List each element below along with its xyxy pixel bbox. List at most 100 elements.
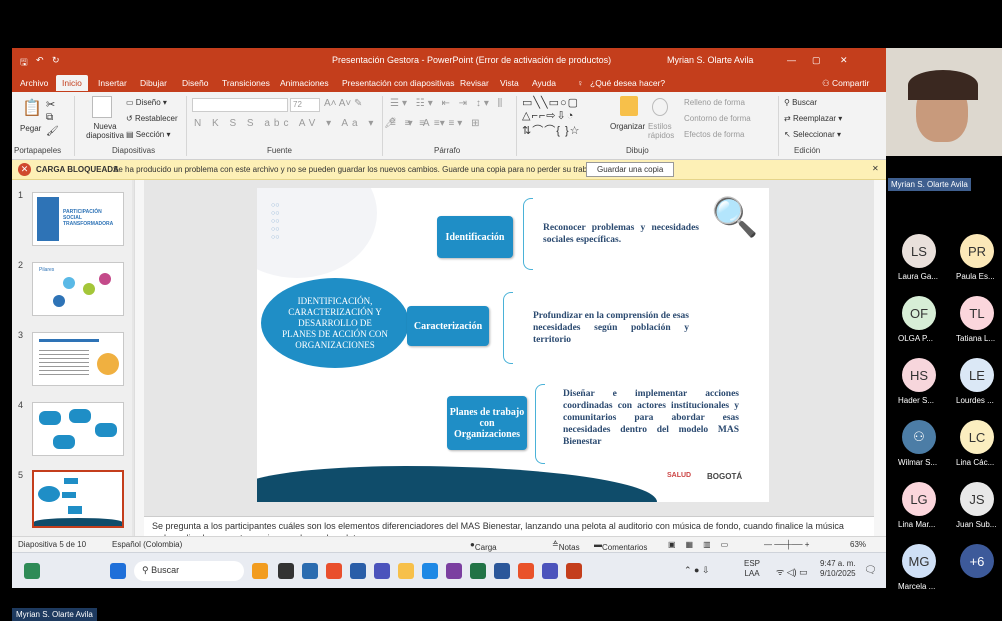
- paste-button[interactable]: Pegar: [20, 124, 41, 133]
- participant-avatar[interactable]: OF: [902, 296, 936, 330]
- app-icon[interactable]: [518, 563, 534, 579]
- language-indicator[interactable]: ESP LAA: [744, 559, 760, 579]
- start-icon[interactable]: [110, 563, 126, 579]
- new-slide-icon[interactable]: [92, 96, 112, 118]
- font-grow-icon[interactable]: A˄ A˅ ✎: [324, 98, 362, 109]
- tab-revisar[interactable]: Revisar: [460, 78, 489, 88]
- network-sound-icons[interactable]: ᯤ ◁) ▭: [776, 565, 808, 578]
- taskbar-search[interactable]: ⚲ Buscar: [134, 561, 244, 581]
- onenote-icon[interactable]: [446, 563, 462, 579]
- zoom-level[interactable]: 63%: [850, 540, 866, 549]
- notes-button[interactable]: ≙ Notas: [552, 540, 580, 552]
- format-painter-icon[interactable]: 🖌: [46, 126, 59, 137]
- font-size-input[interactable]: 72: [290, 98, 320, 112]
- participant-avatar[interactable]: +6: [960, 544, 994, 578]
- comments-button[interactable]: ▬ Comentarios: [594, 540, 647, 552]
- tab-dibujar[interactable]: Dibujar: [140, 78, 167, 88]
- language-status[interactable]: Español (Colombia): [112, 540, 182, 549]
- minimize-icon[interactable]: —: [787, 55, 796, 65]
- participant-avatar[interactable]: MG: [902, 544, 936, 578]
- shape-fill-button[interactable]: Relleno de forma: [684, 98, 745, 107]
- copy-icon[interactable]: ⧉: [46, 112, 53, 123]
- new-slide-button[interactable]: Nueva diapositiva: [82, 122, 128, 140]
- user-name[interactable]: Myrian S. Olarte Avila: [667, 55, 753, 65]
- thumbnail-scrollbar[interactable]: [134, 180, 144, 536]
- save-icon[interactable]: 🖫: [20, 55, 28, 71]
- explorer-icon[interactable]: [398, 563, 414, 579]
- share-button[interactable]: ⚇ Compartir: [822, 78, 869, 89]
- select-button[interactable]: ↖ Seleccionar ▾: [784, 130, 841, 139]
- title-bar: 🖫 ↶ ↻ Presentación Gestora - PowerPoint …: [12, 48, 886, 72]
- shapes-gallery[interactable]: ▭╲╲▭○▢ △⌐⌐⇨⇩◔ ⇅⌒⌒{ }☆: [522, 96, 580, 138]
- save-copy-button[interactable]: Guardar una copia: [586, 162, 675, 177]
- blocked-status[interactable]: ● Carga bloqueada: [470, 540, 512, 561]
- slide-thumbnail-1[interactable]: PARTICIPACIÓN SOCIAL TRANSFORMADORA: [32, 192, 124, 246]
- font-name-input[interactable]: [192, 98, 288, 112]
- quick-styles-button[interactable]: Estilos rápidos: [648, 122, 680, 140]
- participant-avatar[interactable]: LS: [902, 234, 936, 268]
- tab-insertar[interactable]: Insertar: [98, 78, 127, 88]
- participant-avatar[interactable]: ⚇: [902, 420, 936, 454]
- powerpoint-icon[interactable]: [566, 563, 582, 579]
- slide-thumbnail-5[interactable]: [32, 470, 124, 528]
- app-icon[interactable]: [252, 563, 268, 579]
- widgets-icon[interactable]: [24, 563, 40, 579]
- list-buttons[interactable]: ☰▾ ☷▾ ⇤ ⇥ ↕▾ ⫼: [390, 98, 505, 109]
- layout-button[interactable]: ▭ Diseño ▾: [126, 98, 167, 107]
- slide-thumbnail-4[interactable]: [32, 402, 124, 456]
- participant-avatar[interactable]: JS: [960, 482, 994, 516]
- tab-diseno[interactable]: Diseño: [182, 78, 208, 88]
- participant-avatar[interactable]: HS: [902, 358, 936, 392]
- align-buttons[interactable]: ≡ ≡ ≡ ≡ ≡▾ ⊞: [390, 118, 482, 129]
- shape-effects-button[interactable]: Efectos de forma: [684, 130, 744, 139]
- teams-icon[interactable]: [374, 563, 390, 579]
- word-icon[interactable]: [494, 563, 510, 579]
- participant-avatar[interactable]: LE: [960, 358, 994, 392]
- tab-inicio[interactable]: Inicio: [56, 75, 88, 91]
- tab-vista[interactable]: Vista: [500, 78, 519, 88]
- participant-avatar[interactable]: TL: [960, 296, 994, 330]
- replace-button[interactable]: ⇄ Reemplazar ▾: [784, 114, 842, 123]
- participant-avatar[interactable]: LG: [902, 482, 936, 516]
- reset-button[interactable]: ↺ Restablecer: [126, 114, 178, 123]
- tray-icons[interactable]: ⌃ ● ⇩: [684, 565, 710, 576]
- tab-archivo[interactable]: Archivo: [20, 78, 48, 88]
- arrange-button[interactable]: Organizar: [610, 122, 645, 131]
- tab-ayuda[interactable]: Ayuda: [532, 78, 556, 88]
- chrome-icon[interactable]: [326, 563, 342, 579]
- tell-me-box[interactable]: ¿Qué desea hacer?: [590, 78, 665, 88]
- redo-icon[interactable]: ↻: [52, 55, 60, 66]
- paste-icon[interactable]: 📋: [22, 98, 42, 118]
- app-icon[interactable]: [278, 563, 294, 579]
- arrange-icon[interactable]: [620, 96, 638, 116]
- slide-thumbnail-3[interactable]: [32, 332, 124, 386]
- app-icon[interactable]: [302, 563, 318, 579]
- error-icon: ✕: [18, 163, 31, 176]
- excel-icon[interactable]: [470, 563, 486, 579]
- shape-outline-button[interactable]: Contorno de forma: [684, 114, 751, 123]
- clock[interactable]: 9:47 a. m. 9/10/2025: [820, 559, 856, 579]
- undo-icon[interactable]: ↶: [36, 55, 44, 66]
- notification-icon[interactable]: 🗨: [864, 565, 877, 576]
- slide-thumbnail-2[interactable]: Pilares: [32, 262, 124, 316]
- tab-animaciones[interactable]: Animaciones: [280, 78, 329, 88]
- cut-icon[interactable]: ✂: [46, 98, 55, 111]
- section-button[interactable]: ▤ Sección ▾: [126, 130, 171, 139]
- find-button[interactable]: ⚲ Buscar: [784, 98, 817, 107]
- tab-transiciones[interactable]: Transiciones: [222, 78, 270, 88]
- teams-icon[interactable]: [542, 563, 558, 579]
- participant-avatar[interactable]: PR: [960, 234, 994, 268]
- tab-presentacion[interactable]: Presentación con diapositivas: [342, 78, 454, 88]
- slide-canvas[interactable]: ○○ ○○ ○○ ○○ ○○ IDENTIFICACIÓN, CARACTERIZACI…: [257, 188, 769, 502]
- slide-scrollbar[interactable]: [874, 180, 886, 536]
- restore-icon[interactable]: ▢: [812, 55, 821, 66]
- close-icon[interactable]: ✕: [840, 55, 848, 66]
- view-buttons[interactable]: ▣▦▥▭: [668, 540, 738, 549]
- participant-avatar[interactable]: LC: [960, 420, 994, 454]
- edge-icon[interactable]: [422, 563, 438, 579]
- quick-styles-icon[interactable]: [652, 98, 668, 116]
- notes-pane[interactable]: Se pregunta a los participantes cuáles s…: [144, 516, 874, 536]
- app-icon[interactable]: [350, 563, 366, 579]
- message-close-icon[interactable]: ✕: [872, 164, 879, 173]
- zoom-slider[interactable]: — ──┼── +: [764, 540, 809, 549]
